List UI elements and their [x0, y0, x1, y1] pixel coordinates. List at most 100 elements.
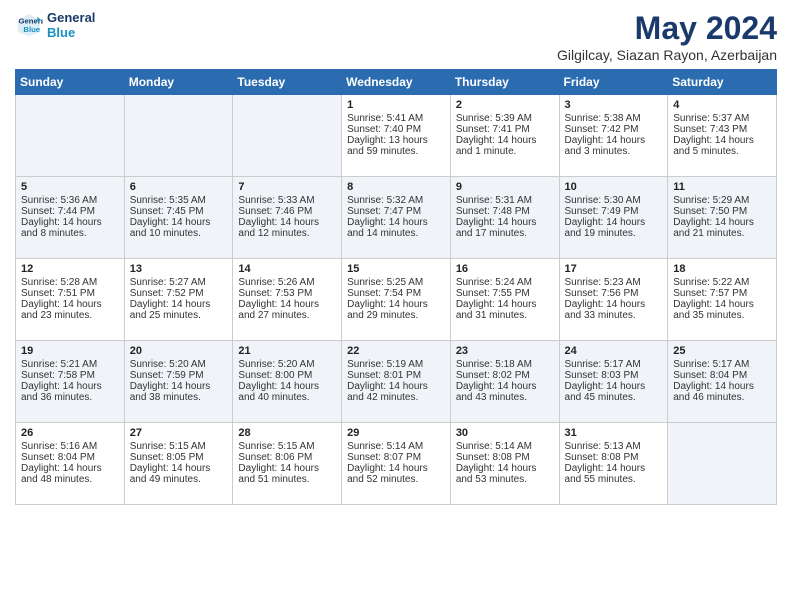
day-number: 26 [21, 427, 119, 439]
sunset-text: Sunset: 7:52 PM [130, 288, 228, 299]
sunrise-text: Sunrise: 5:25 AM [347, 277, 445, 288]
daylight-text: Daylight: 14 hours and 19 minutes. [565, 217, 663, 239]
calendar-cell: 2Sunrise: 5:39 AMSunset: 7:41 PMDaylight… [450, 95, 559, 177]
day-number: 19 [21, 345, 119, 357]
svg-text:Blue: Blue [23, 25, 40, 34]
calendar-cell: 3Sunrise: 5:38 AMSunset: 7:42 PMDaylight… [559, 95, 668, 177]
sunset-text: Sunset: 8:00 PM [238, 370, 336, 381]
logo-line2: Blue [47, 25, 95, 40]
sunrise-text: Sunrise: 5:15 AM [238, 441, 336, 452]
day-number: 3 [565, 99, 663, 111]
sunrise-text: Sunrise: 5:14 AM [347, 441, 445, 452]
day-number: 20 [130, 345, 228, 357]
calendar-cell [668, 423, 777, 505]
daylight-text: Daylight: 14 hours and 17 minutes. [456, 217, 554, 239]
col-header-tuesday: Tuesday [233, 70, 342, 95]
calendar-cell: 25Sunrise: 5:17 AMSunset: 8:04 PMDayligh… [668, 341, 777, 423]
daylight-text: Daylight: 14 hours and 43 minutes. [456, 381, 554, 403]
daylight-text: Daylight: 14 hours and 31 minutes. [456, 299, 554, 321]
sunrise-text: Sunrise: 5:18 AM [456, 359, 554, 370]
col-header-monday: Monday [124, 70, 233, 95]
sunset-text: Sunset: 8:06 PM [238, 452, 336, 463]
daylight-text: Daylight: 14 hours and 3 minutes. [565, 135, 663, 157]
sunrise-text: Sunrise: 5:31 AM [456, 195, 554, 206]
sunrise-text: Sunrise: 5:13 AM [565, 441, 663, 452]
sunset-text: Sunset: 8:02 PM [456, 370, 554, 381]
calendar-cell: 28Sunrise: 5:15 AMSunset: 8:06 PMDayligh… [233, 423, 342, 505]
daylight-text: Daylight: 14 hours and 10 minutes. [130, 217, 228, 239]
day-number: 17 [565, 263, 663, 275]
day-number: 30 [456, 427, 554, 439]
calendar-cell: 30Sunrise: 5:14 AMSunset: 8:08 PMDayligh… [450, 423, 559, 505]
sunset-text: Sunset: 7:43 PM [673, 124, 771, 135]
sunrise-text: Sunrise: 5:27 AM [130, 277, 228, 288]
daylight-text: Daylight: 14 hours and 40 minutes. [238, 381, 336, 403]
header-row: SundayMondayTuesdayWednesdayThursdayFrid… [16, 70, 777, 95]
sunset-text: Sunset: 8:05 PM [130, 452, 228, 463]
calendar-cell: 5Sunrise: 5:36 AMSunset: 7:44 PMDaylight… [16, 177, 125, 259]
sunrise-text: Sunrise: 5:24 AM [456, 277, 554, 288]
sunrise-text: Sunrise: 5:14 AM [456, 441, 554, 452]
daylight-text: Daylight: 14 hours and 36 minutes. [21, 381, 119, 403]
daylight-text: Daylight: 14 hours and 23 minutes. [21, 299, 119, 321]
day-number: 14 [238, 263, 336, 275]
day-number: 4 [673, 99, 771, 111]
day-number: 5 [21, 181, 119, 193]
sunrise-text: Sunrise: 5:22 AM [673, 277, 771, 288]
sunrise-text: Sunrise: 5:38 AM [565, 113, 663, 124]
sunset-text: Sunset: 7:49 PM [565, 206, 663, 217]
daylight-text: Daylight: 14 hours and 51 minutes. [238, 463, 336, 485]
calendar-cell: 4Sunrise: 5:37 AMSunset: 7:43 PMDaylight… [668, 95, 777, 177]
calendar-cell: 13Sunrise: 5:27 AMSunset: 7:52 PMDayligh… [124, 259, 233, 341]
month-title: May 2024 [557, 10, 777, 47]
sunrise-text: Sunrise: 5:20 AM [238, 359, 336, 370]
sunset-text: Sunset: 7:45 PM [130, 206, 228, 217]
sunrise-text: Sunrise: 5:36 AM [21, 195, 119, 206]
sunset-text: Sunset: 7:41 PM [456, 124, 554, 135]
sunrise-text: Sunrise: 5:17 AM [673, 359, 771, 370]
calendar-cell: 29Sunrise: 5:14 AMSunset: 8:07 PMDayligh… [342, 423, 451, 505]
sunrise-text: Sunrise: 5:26 AM [238, 277, 336, 288]
day-number: 21 [238, 345, 336, 357]
daylight-text: Daylight: 13 hours and 59 minutes. [347, 135, 445, 157]
daylight-text: Daylight: 14 hours and 42 minutes. [347, 381, 445, 403]
sunrise-text: Sunrise: 5:29 AM [673, 195, 771, 206]
calendar-cell: 23Sunrise: 5:18 AMSunset: 8:02 PMDayligh… [450, 341, 559, 423]
day-number: 7 [238, 181, 336, 193]
daylight-text: Daylight: 14 hours and 38 minutes. [130, 381, 228, 403]
sunset-text: Sunset: 7:56 PM [565, 288, 663, 299]
sunset-text: Sunset: 8:01 PM [347, 370, 445, 381]
sunset-text: Sunset: 8:03 PM [565, 370, 663, 381]
sunset-text: Sunset: 7:55 PM [456, 288, 554, 299]
sunset-text: Sunset: 7:58 PM [21, 370, 119, 381]
calendar-cell: 22Sunrise: 5:19 AMSunset: 8:01 PMDayligh… [342, 341, 451, 423]
day-number: 10 [565, 181, 663, 193]
calendar-cell [124, 95, 233, 177]
logo-icon: General Blue [15, 11, 43, 39]
logo: General Blue General Blue [15, 10, 95, 40]
calendar-cell: 15Sunrise: 5:25 AMSunset: 7:54 PMDayligh… [342, 259, 451, 341]
daylight-text: Daylight: 14 hours and 35 minutes. [673, 299, 771, 321]
week-row: 12Sunrise: 5:28 AMSunset: 7:51 PMDayligh… [16, 259, 777, 341]
calendar-cell [16, 95, 125, 177]
week-row: 26Sunrise: 5:16 AMSunset: 8:04 PMDayligh… [16, 423, 777, 505]
day-number: 11 [673, 181, 771, 193]
day-number: 25 [673, 345, 771, 357]
day-number: 16 [456, 263, 554, 275]
calendar-cell: 20Sunrise: 5:20 AMSunset: 7:59 PMDayligh… [124, 341, 233, 423]
sunset-text: Sunset: 7:53 PM [238, 288, 336, 299]
calendar-cell: 17Sunrise: 5:23 AMSunset: 7:56 PMDayligh… [559, 259, 668, 341]
daylight-text: Daylight: 14 hours and 14 minutes. [347, 217, 445, 239]
daylight-text: Daylight: 14 hours and 46 minutes. [673, 381, 771, 403]
sunset-text: Sunset: 7:40 PM [347, 124, 445, 135]
col-header-wednesday: Wednesday [342, 70, 451, 95]
daylight-text: Daylight: 14 hours and 29 minutes. [347, 299, 445, 321]
calendar-cell: 31Sunrise: 5:13 AMSunset: 8:08 PMDayligh… [559, 423, 668, 505]
daylight-text: Daylight: 14 hours and 21 minutes. [673, 217, 771, 239]
sunset-text: Sunset: 7:54 PM [347, 288, 445, 299]
calendar-cell: 26Sunrise: 5:16 AMSunset: 8:04 PMDayligh… [16, 423, 125, 505]
week-row: 1Sunrise: 5:41 AMSunset: 7:40 PMDaylight… [16, 95, 777, 177]
calendar-cell: 10Sunrise: 5:30 AMSunset: 7:49 PMDayligh… [559, 177, 668, 259]
day-number: 18 [673, 263, 771, 275]
calendar-cell: 14Sunrise: 5:26 AMSunset: 7:53 PMDayligh… [233, 259, 342, 341]
